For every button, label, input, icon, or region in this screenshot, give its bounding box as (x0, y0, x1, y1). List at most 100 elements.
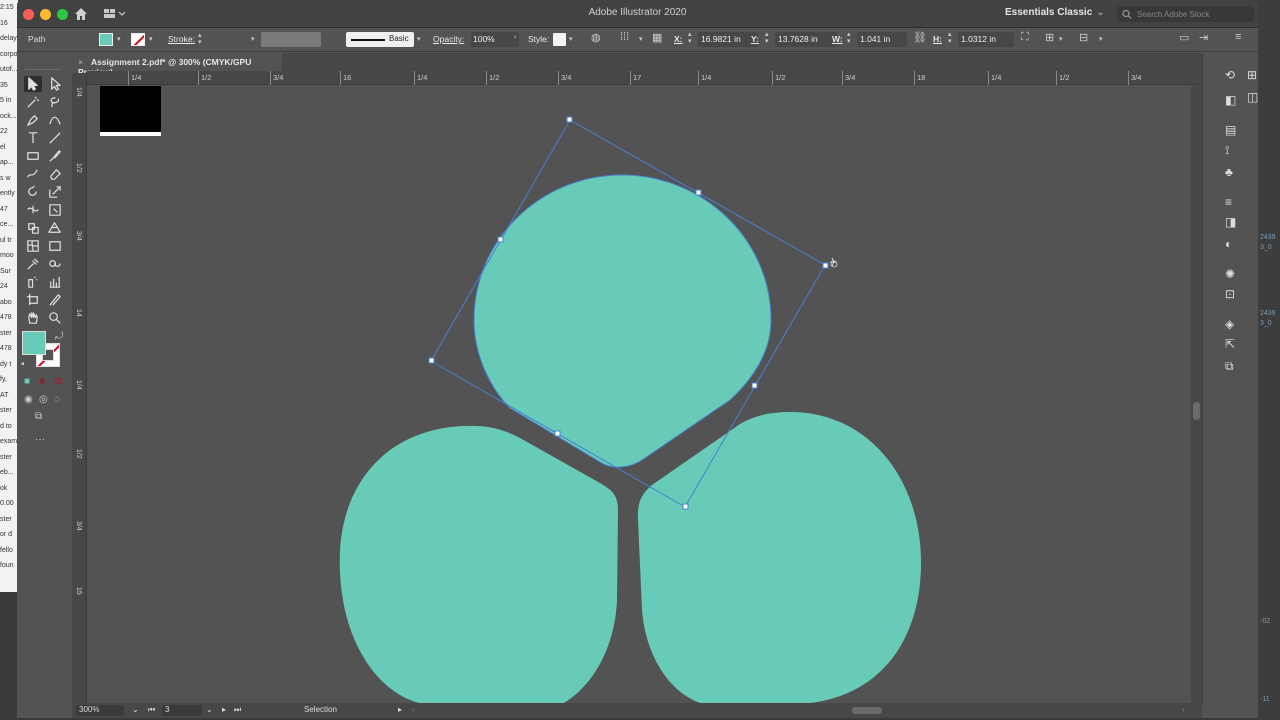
zoom-dropdown-icon[interactable]: ⌄ (132, 705, 139, 714)
stock-search-box[interactable] (1117, 6, 1254, 22)
width-tool-icon[interactable] (24, 202, 42, 218)
rectangle-tool-icon[interactable] (24, 148, 42, 164)
stroke-color-swatch[interactable] (131, 33, 145, 46)
transparency-panel-icon[interactable]: ◐ (1225, 237, 1232, 251)
h-stepper[interactable]: ▴ ▾ (948, 31, 952, 45)
libraries-icon[interactable]: ⟲ (1225, 68, 1235, 82)
x-stepper[interactable]: ▴ ▾ (688, 31, 692, 45)
close-tab-icon[interactable]: × (78, 57, 83, 67)
paintbrush-tool-icon[interactable] (46, 148, 64, 164)
scroll-right-icon[interactable]: › (1182, 705, 1185, 714)
lasso-tool-icon[interactable] (46, 94, 64, 110)
eraser-tool-icon[interactable] (46, 166, 64, 182)
artboards-panel-icon[interactable]: ⧉ (1225, 359, 1234, 374)
last-artboard-icon[interactable]: ⏭ (234, 705, 241, 715)
gradient-panel-icon[interactable]: ◨ (1225, 215, 1236, 229)
zoom-tool-icon[interactable] (46, 310, 64, 326)
swatches-icon[interactable]: ◫ (1247, 90, 1258, 104)
constrain-proportions-icon[interactable]: ⛓ (913, 31, 927, 44)
graphic-style-swatch[interactable] (553, 33, 566, 46)
zoom-field[interactable]: 300% (76, 705, 124, 716)
artboard-dropdown-icon[interactable]: ⌄ (206, 705, 213, 714)
shape-builder-tool-icon[interactable] (24, 220, 42, 236)
opacity-arrow-icon[interactable]: › (514, 34, 516, 41)
bbox-handle-left[interactable] (428, 357, 435, 364)
stroke-dropdown-icon[interactable]: ▾ (149, 35, 153, 43)
w-stepper[interactable]: ▴ ▾ (847, 31, 851, 45)
style-dropdown-icon[interactable]: ▾ (569, 35, 573, 43)
stroke-panel-icon[interactable]: ≡ (1225, 195, 1232, 209)
vertical-scroll-thumb[interactable] (1193, 402, 1200, 420)
screen-mode-icon[interactable]: ⧉ (35, 411, 42, 422)
default-fill-stroke-icon[interactable]: ▪ (21, 359, 25, 370)
align-dropdown-icon[interactable]: ▾ (639, 35, 643, 43)
transform-icon[interactable]: ⛶ (1021, 31, 1029, 44)
export-icon[interactable]: ⇱ (1225, 337, 1235, 351)
first-artboard-icon[interactable]: ⏮ (148, 705, 155, 715)
appearance-panel-icon[interactable]: ✺ (1225, 267, 1235, 281)
curvature-tool-icon[interactable] (46, 112, 64, 128)
none-mode-icon[interactable]: ⊘ (54, 376, 62, 387)
next-artboard-icon[interactable]: ▸ (222, 705, 226, 714)
bbox-handle-bottom-left[interactable] (554, 430, 561, 437)
symbol-sprayer-tool-icon[interactable] (24, 274, 42, 290)
draw-behind-icon[interactable]: ◎ (39, 394, 48, 405)
isolate-dropdown-icon[interactable]: ▾ (1099, 35, 1103, 43)
eyedropper-tool-icon[interactable] (24, 256, 42, 272)
black-rectangle-artwork[interactable] (100, 86, 161, 132)
draw-normal-icon[interactable]: ◉ (24, 394, 33, 405)
fill-indicator[interactable] (22, 331, 46, 355)
properties-icon[interactable]: ◧ (1225, 93, 1236, 107)
scale-tool-icon[interactable] (46, 184, 64, 200)
stroke-label[interactable]: Stroke: (168, 34, 195, 44)
free-transform-tool-icon[interactable] (46, 202, 64, 218)
artboard-tool-icon[interactable] (24, 292, 42, 308)
brush-dropdown-icon[interactable]: ▾ (417, 35, 421, 43)
selection-tool-icon[interactable] (24, 76, 42, 92)
variable-width-profile[interactable] (261, 32, 321, 47)
bbox-handle-top[interactable] (566, 116, 573, 123)
height-field[interactable]: 1.0312 in (958, 32, 1014, 47)
leaf-shape-top-selected[interactable] (474, 175, 771, 468)
brushes-icon[interactable]: ⟟ (1225, 143, 1229, 158)
width-field[interactable]: 1.041 in (857, 32, 907, 47)
type-tool-icon[interactable] (24, 130, 42, 146)
edit-toolbar-icon[interactable]: ··· (35, 434, 45, 445)
line-tool-icon[interactable] (46, 130, 64, 146)
artboard-canvas[interactable] (88, 86, 1191, 703)
scroll-left-icon[interactable]: ‹ (412, 705, 415, 714)
direct-selection-tool-icon[interactable] (46, 76, 64, 92)
panel-toggle-icon[interactable]: ⇥ (1199, 31, 1208, 44)
bbox-handle-top-right[interactable] (695, 189, 702, 196)
x-position-field[interactable]: 16.9821 in (698, 32, 758, 47)
draw-inside-icon[interactable]: ◌ (54, 394, 60, 405)
bbox-handle-bottom-right[interactable] (751, 382, 758, 389)
gradient-tool-icon[interactable] (46, 238, 64, 254)
layers-icon[interactable]: ◈ (1225, 317, 1234, 331)
perspective-grid-tool-icon[interactable] (46, 220, 64, 236)
opacity-field[interactable]: 100% (471, 32, 519, 47)
gradient-mode-icon[interactable]: ■ (39, 376, 45, 387)
stroke-weight-dropdown-icon[interactable]: ▾ (251, 35, 255, 43)
mesh-tool-icon[interactable] (24, 238, 42, 254)
y-position-field[interactable]: 13.7628 in (775, 32, 837, 47)
transform-panel-icon[interactable]: ▤ (1225, 123, 1236, 137)
white-bar-artwork[interactable] (100, 132, 161, 136)
bbox-handle-bottom[interactable] (682, 503, 689, 510)
document-tab[interactable]: ×Assignment 2.pdf* @ 300% (CMYK/GPU Prev… (72, 53, 282, 77)
artboard-number-field[interactable]: 3 (162, 705, 202, 716)
recolor-artwork-icon[interactable]: ◍ (591, 31, 601, 44)
tools-grip[interactable] (25, 69, 61, 73)
color-panel-icon[interactable]: ⊞ (1247, 68, 1257, 82)
leaf-shape-right[interactable] (637, 412, 922, 703)
panel-layout-icon[interactable]: ▭ (1179, 31, 1189, 44)
y-stepper[interactable]: ▴ ▾ (765, 31, 769, 45)
fill-color-swatch[interactable] (99, 33, 113, 46)
blend-tool-icon[interactable] (46, 256, 64, 272)
pen-tool-icon[interactable] (24, 112, 42, 128)
shaper-tool-icon[interactable] (24, 166, 42, 182)
vertical-scrollbar[interactable] (1191, 86, 1202, 703)
stock-search-input[interactable] (1137, 7, 1249, 21)
rotate-tool-icon[interactable] (24, 184, 42, 200)
bbox-handle-right[interactable] (822, 262, 829, 269)
